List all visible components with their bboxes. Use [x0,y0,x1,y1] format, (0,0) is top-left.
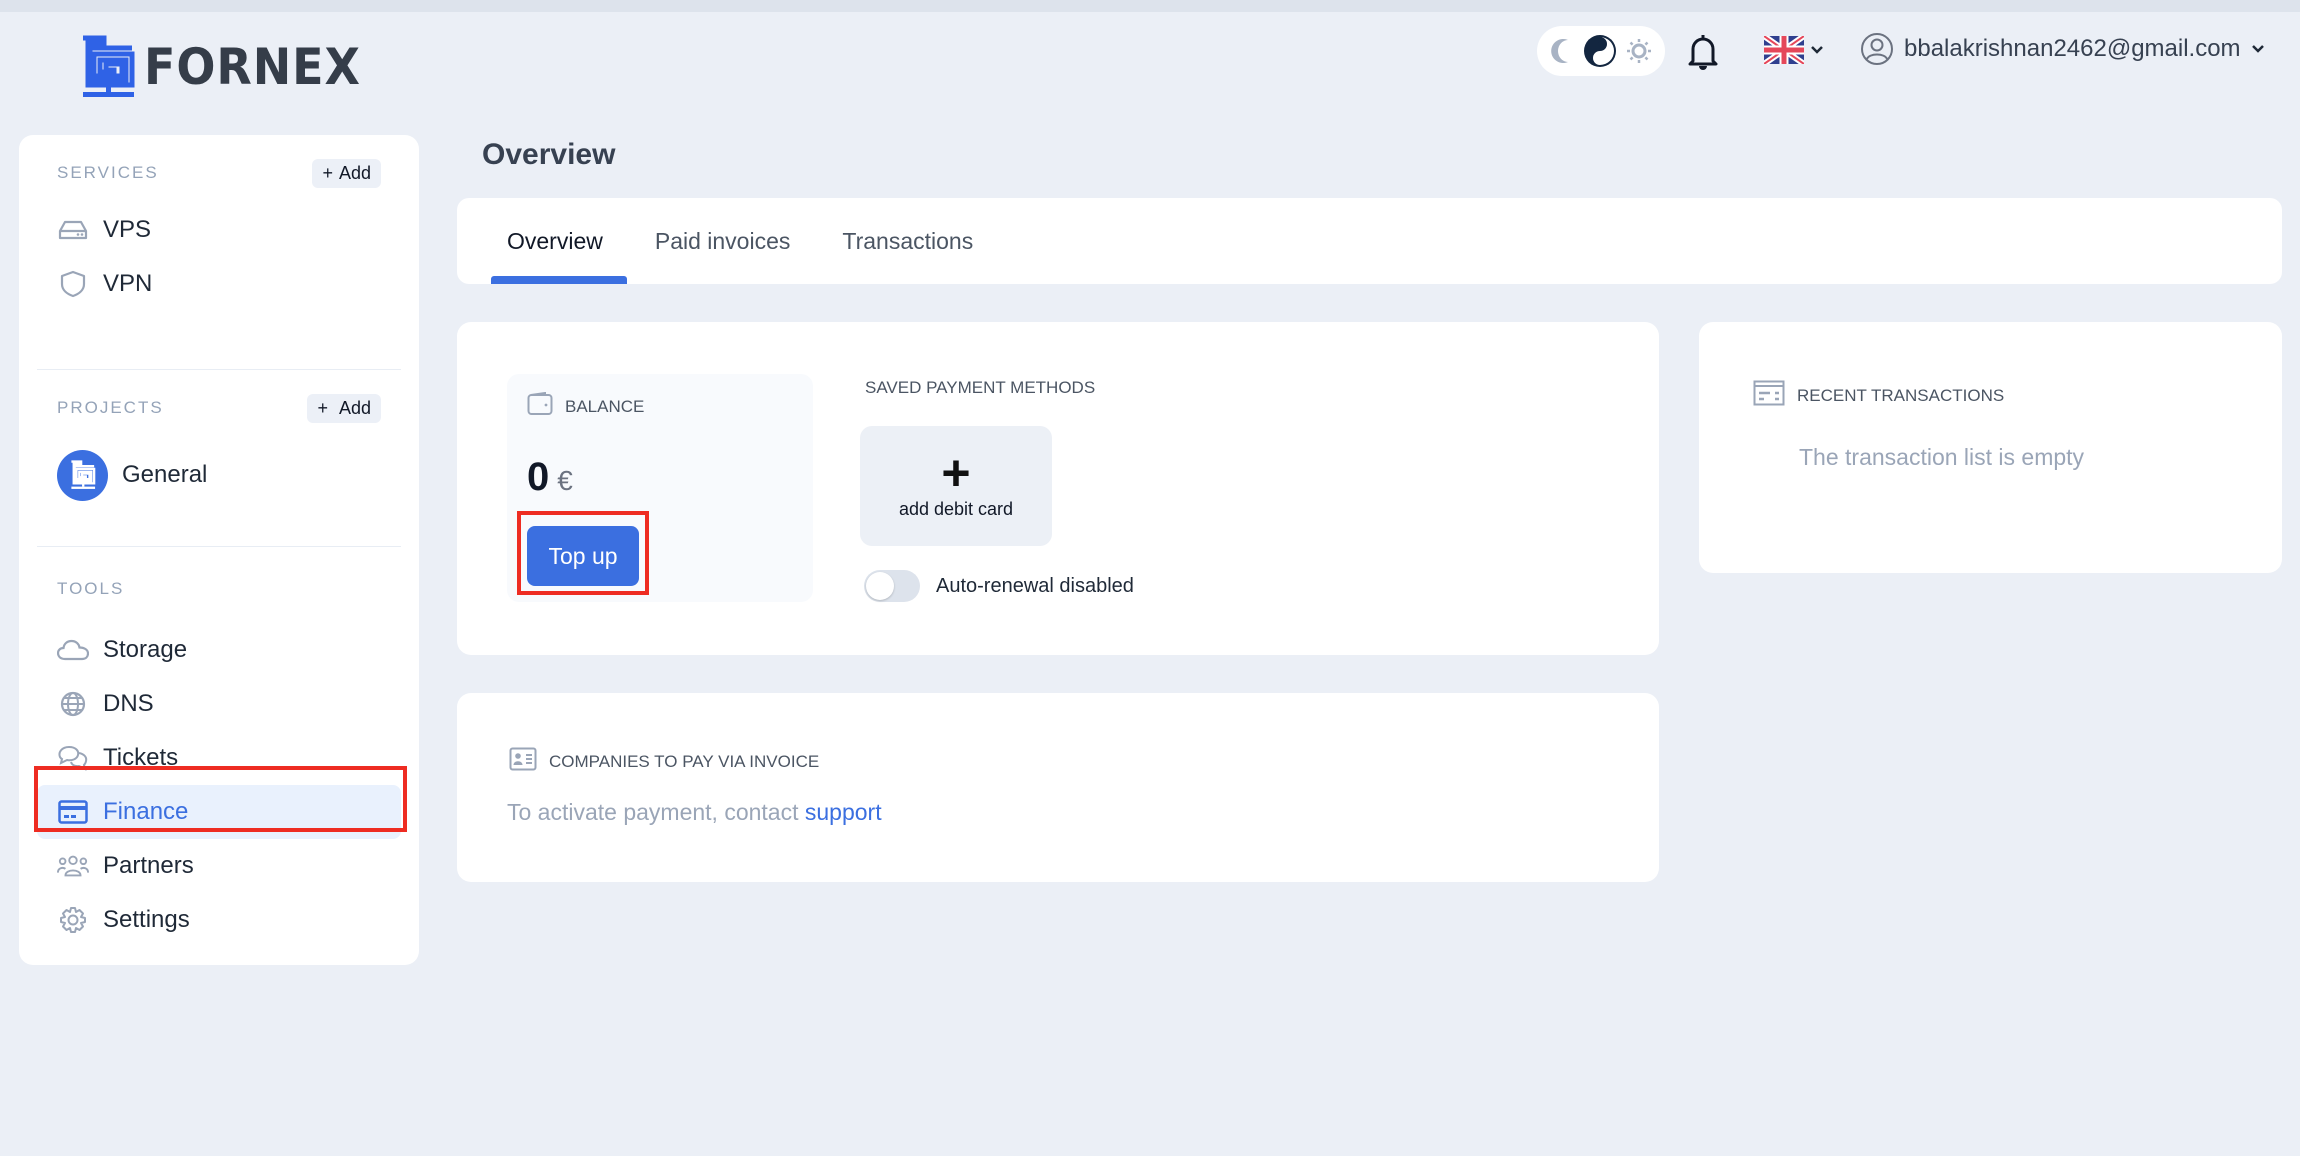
credit-card-icon [57,800,89,824]
sidebar-item-tickets[interactable]: Tickets [37,731,401,785]
balance-header: BALANCE [527,391,793,421]
project-name: General [122,461,208,488]
auto-renewal-toggle[interactable] [864,570,920,602]
sidebar-item-label: Finance [103,798,189,825]
projects-title: PROJECTS [57,398,164,417]
cloud-icon [57,639,89,661]
sidebar-item-vpn[interactable]: VPN [37,257,401,311]
tab-paid-invoices[interactable]: Paid invoices [631,198,815,284]
support-link[interactable]: support [805,799,882,825]
invoice-activation-text: To activate payment, contact support [507,799,882,826]
tab-bar: Overview Paid invoices Transactions [457,198,2282,284]
tab-label: Overview [507,227,603,254]
add-project-button[interactable]: + Add [307,393,381,423]
notifications-button[interactable] [1686,32,1720,72]
tools-title: TOOLS [57,579,125,598]
wallet-icon [527,391,553,421]
recent-transactions-header: RECENT TRANSACTIONS [1753,380,2004,411]
sidebar-item-vps[interactable]: VPS [37,203,401,257]
logo-text: FORNEX [144,38,361,96]
uk-flag-icon [1764,36,1804,64]
balance-currency: € [557,465,573,496]
sidebar-item-finance[interactable]: Finance [37,785,401,839]
project-general[interactable]: General [57,438,381,512]
sidebar-item-label: DNS [103,690,154,717]
invoice-companies-header: COMPANIES TO PAY VIA INVOICE [509,747,819,776]
divider [37,546,401,547]
recent-transactions-title: RECENT TRANSACTIONS [1797,385,2005,405]
chat-icon [57,744,89,772]
shield-icon [57,270,89,298]
services-title: SERVICES [57,163,159,182]
invoice-companies-card: COMPANIES TO PAY VIA INVOICE To activate… [457,693,1659,882]
auto-renewal-row: Auto-renewal disabled [864,570,1134,602]
user-avatar-icon [1861,33,1893,65]
receipt-icon [1753,380,1785,411]
add-label: Add [338,162,371,183]
invoice-companies-title: COMPANIES TO PAY VIA INVOICE [549,751,820,771]
plus-icon: + [317,397,333,418]
sidebar-item-label: Storage [103,636,188,663]
user-email: bbalakrishnan2462@gmail.com [1904,35,2241,62]
sidebar-item-partners[interactable]: Partners [37,839,401,893]
user-menu[interactable]: bbalakrishnan2462@gmail.com [1860,32,2265,66]
project-logo-icon [57,449,108,501]
users-icon [57,854,89,878]
balance-amount: 0 [527,455,550,499]
add-label: Add [338,397,371,418]
tools-header: TOOLS [57,559,381,619]
bell-icon [1688,35,1718,70]
sidebar-item-storage[interactable]: Storage [37,623,401,677]
chevron-down-icon [1811,46,1823,54]
plus-icon: + [322,162,333,183]
browser-top-strip [0,0,2300,12]
balance-card: BALANCE 0 € Top up SAVED PAYMENT METHODS… [457,322,1659,655]
server-icon [57,219,89,241]
id-card-icon [509,747,537,776]
page-title: Overview [482,138,616,171]
add-debit-card-button[interactable]: + add debit card [860,426,1052,546]
auto-renewal-label: Auto-renewal disabled [936,574,1134,597]
top-up-button[interactable]: Top up [527,526,639,586]
saved-payment-methods-title: SAVED PAYMENT METHODS [865,378,1096,397]
theme-switcher[interactable] [1537,26,1665,76]
language-selector[interactable] [1764,36,1824,64]
services-header: SERVICES + Add [57,143,381,203]
plus-icon: + [941,444,971,501]
tab-label: Paid invoices [654,227,791,254]
add-debit-card-label: add debit card [898,498,1014,519]
balance-box: BALANCE 0 € Top up [507,374,813,602]
sidebar-item-label: Partners [103,852,194,879]
projects-header: PROJECTS + Add [57,378,381,438]
balance-value: 0 € [527,455,793,500]
sidebar: SERVICES + Add VPS VPN PROJECTS + Add Ge… [19,135,419,965]
empty-transactions-message: The transaction list is empty [1799,444,2085,470]
sidebar-item-label: Settings [103,906,190,933]
tab-overview[interactable]: Overview [483,198,627,284]
fornex-logo[interactable]: FORNEX [80,35,380,99]
sun-icon[interactable] [1626,38,1652,64]
tab-label: Transactions [842,227,974,254]
yin-yang-icon[interactable] [1583,34,1617,68]
balance-label: BALANCE [565,396,645,416]
chevron-down-icon [2251,45,2264,53]
gear-icon [57,906,89,934]
recent-transactions-card: RECENT TRANSACTIONS The transaction list… [1699,322,2282,573]
sidebar-item-label: Tickets [103,744,179,771]
sidebar-item-label: VPN [103,270,153,297]
add-service-button[interactable]: + Add [312,158,381,188]
tab-transactions[interactable]: Transactions [818,198,997,284]
sidebar-item-settings[interactable]: Settings [37,893,401,947]
moon-icon[interactable] [1550,37,1574,65]
globe-icon [57,691,89,717]
logo-icon [83,35,135,97]
invoice-activation-message: To activate payment, contact [507,799,805,825]
divider [37,369,401,370]
sidebar-item-label: VPS [103,216,152,243]
sidebar-item-dns[interactable]: DNS [37,677,401,731]
